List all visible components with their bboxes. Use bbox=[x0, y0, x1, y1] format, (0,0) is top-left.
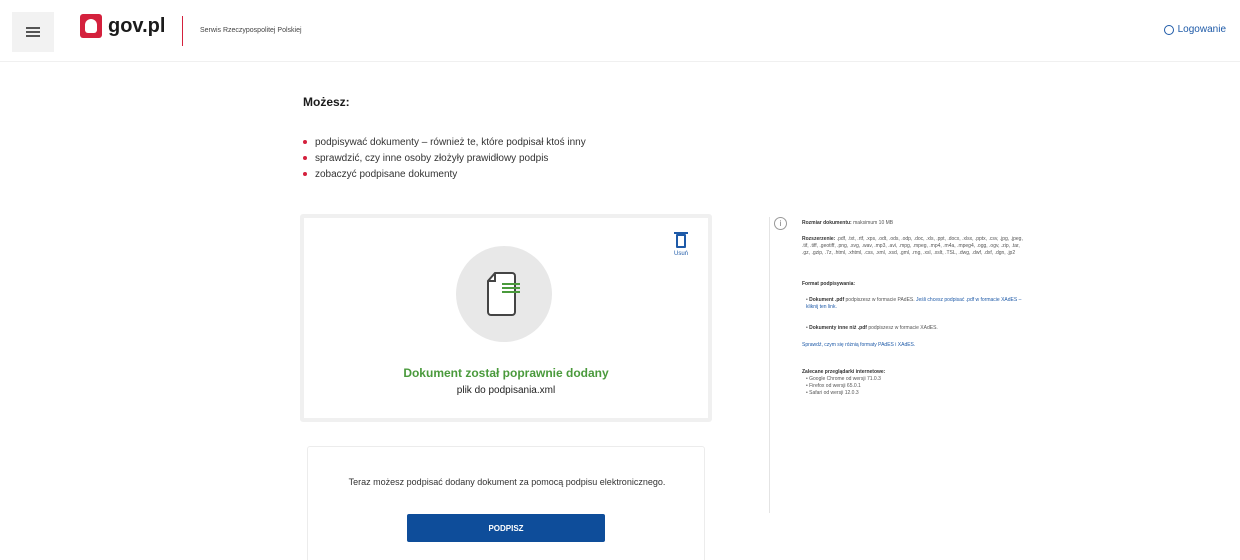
bullet-icon bbox=[303, 140, 307, 144]
browser-item: • Safari od wersji 12.0.3 bbox=[806, 390, 859, 396]
eagle-emblem-icon bbox=[80, 14, 102, 38]
browser-text: Google Chrome od wersji 71.0.3 bbox=[809, 376, 881, 382]
format-pdf-text: podpiszesz w formacie PAdES. bbox=[845, 297, 915, 303]
document-icon-circle bbox=[456, 246, 552, 342]
format-other-label: Dokumenty inne niż .pdf bbox=[809, 325, 867, 331]
browser-text: Safari od wersji 12.0.3 bbox=[809, 390, 859, 396]
hamburger-icon bbox=[26, 27, 40, 37]
extension-label: Rozszerzenie: bbox=[802, 236, 836, 242]
extension-info: Rozszerzenie: .pdf, .txt, .rtf, .xps, .o… bbox=[802, 236, 1024, 257]
browser-text: Firefox od wersji 65.0.1 bbox=[809, 383, 861, 389]
file-name: plik do podpisania.xml bbox=[456, 385, 556, 396]
trash-icon bbox=[673, 232, 688, 248]
size-label: Rozmiar dokumentu: bbox=[802, 220, 852, 226]
header-divider bbox=[182, 16, 183, 46]
menu-button[interactable] bbox=[12, 12, 54, 52]
sign-instruction: Teraz możesz podpisać dodany dokument za… bbox=[348, 477, 666, 487]
delete-document-button[interactable]: Usuń bbox=[673, 232, 688, 257]
format-pdf-label: Dokument .pdf bbox=[809, 297, 845, 303]
uploaded-document-card: Usuń Dokument został poprawnie dodany pl… bbox=[300, 214, 712, 422]
sign-button[interactable]: PODPISZ bbox=[407, 514, 605, 542]
format-title-text: Format podpisywania: bbox=[802, 281, 856, 287]
site-header: gov.pl Serwis Rzeczypospolitej Polskiej … bbox=[0, 0, 1240, 62]
login-link[interactable]: Logowanie bbox=[1163, 24, 1226, 35]
format-title: Format podpisywania: bbox=[802, 281, 1024, 288]
list-item-text: podpisywać dokumenty – również te, które… bbox=[315, 136, 586, 148]
browsers-title-text: Zalecane przeglądarki internetowe: bbox=[802, 369, 886, 375]
login-label: Logowanie bbox=[1177, 24, 1226, 35]
upload-status: Dokument został poprawnie dodany bbox=[403, 366, 609, 380]
info-panel: Rozmiar dokumentu: maksimum 10 MB Rozsze… bbox=[802, 220, 1024, 397]
list-item: zobaczyć podpisane dokumenty bbox=[303, 166, 586, 182]
sign-card: Teraz możesz podpisać dodany dokument za… bbox=[307, 446, 705, 560]
service-name: Serwis Rzeczypospolitej Polskiej bbox=[200, 27, 302, 34]
extension-value: .pdf, .txt, .rtf, .xps, .odt, .ods, .odp… bbox=[802, 236, 1023, 256]
format-other-text: podpiszesz w formacie XAdES. bbox=[868, 325, 938, 331]
browsers-title: Zalecane przeglądarki internetowe: bbox=[802, 369, 1024, 376]
info-divider bbox=[769, 217, 770, 513]
intro-title: Możesz: bbox=[303, 95, 350, 109]
format-other: • Dokumenty inne niż .pdf podpiszesz w f… bbox=[806, 325, 938, 331]
document-icon bbox=[487, 272, 520, 316]
gov-logo[interactable]: gov.pl bbox=[80, 14, 165, 38]
info-icon: i bbox=[774, 217, 787, 230]
list-item: sprawdzić, czy inne osoby złożyły prawid… bbox=[303, 150, 586, 166]
logo-text: gov.pl bbox=[108, 14, 166, 37]
delete-label: Usuń bbox=[673, 251, 688, 257]
capabilities-list: podpisywać dokumenty – również te, które… bbox=[303, 134, 586, 182]
bullet-icon bbox=[303, 172, 307, 176]
format-diff-link[interactable]: Sprawdź, czym się różnią formaty PAdES i… bbox=[802, 342, 1024, 349]
list-item: podpisywać dokumenty – również te, które… bbox=[303, 134, 586, 150]
list-item-text: zobaczyć podpisane dokumenty bbox=[315, 168, 458, 180]
browser-item: • Google Chrome od wersji 71.0.3 bbox=[806, 376, 881, 382]
format-pdf: • Dokument .pdf podpiszesz w formacie PA… bbox=[806, 297, 1022, 310]
user-icon bbox=[1163, 24, 1174, 35]
size-info: Rozmiar dokumentu: maksimum 10 MB bbox=[802, 220, 1024, 227]
browser-item: • Firefox od wersji 65.0.1 bbox=[806, 383, 861, 389]
size-value: maksimum 10 MB bbox=[853, 220, 894, 226]
bullet-icon bbox=[303, 156, 307, 160]
list-item-text: sprawdzić, czy inne osoby złożyły prawid… bbox=[315, 152, 549, 164]
